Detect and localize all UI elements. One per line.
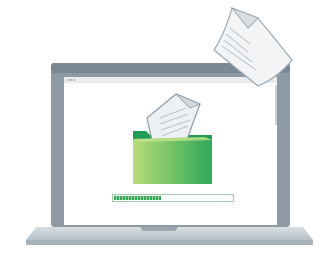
window-controls — [67, 79, 75, 81]
scrollbar — [275, 85, 277, 125]
trackpad-notch — [140, 227, 178, 231]
window-title-bar — [64, 77, 277, 83]
progress-bar — [112, 194, 234, 202]
illustration-canvas — [26, 6, 313, 245]
progress-fill — [114, 196, 161, 200]
file-transfer-illustration — [0, 0, 318, 251]
